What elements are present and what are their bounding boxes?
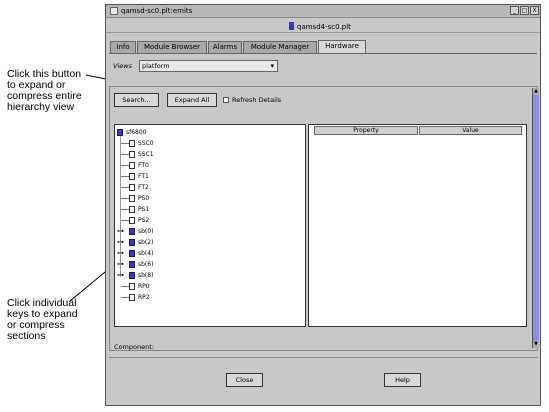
tree-node-label: FT1: [138, 173, 149, 180]
help-button[interactable]: Help: [384, 373, 421, 387]
tree-node-label: RP0: [138, 283, 150, 290]
window-manager-title: qamsd-sc0.plt:emits: [121, 7, 193, 15]
views-dropdown[interactable]: platform ▾: [139, 60, 278, 72]
tree-node-label: sf6800: [126, 129, 147, 136]
minimize-icon[interactable]: _: [510, 6, 519, 15]
tab-alarms[interactable]: Alarms: [208, 41, 242, 53]
file-icon: [129, 294, 135, 301]
expand-key-icon[interactable]: ⊶: [117, 249, 124, 258]
file-icon: [129, 151, 135, 158]
file-icon: [129, 195, 135, 202]
hardware-tree: sf6800 SSC0 SSC1 FT0 FT1 FT2 PS0 PS1 PS2…: [114, 124, 306, 327]
refresh-details-checkbox[interactable]: [223, 97, 229, 103]
tab-hardware[interactable]: Hardware: [318, 40, 366, 54]
callout-keys: Click individual keys to expand or compr…: [7, 297, 78, 342]
tree-node-label: RP2: [138, 294, 150, 301]
folder-icon: [129, 239, 135, 246]
app-window: qamsd-sc0.plt:emits _ □ X qamsd4-sc0.plt…: [105, 4, 541, 406]
tab-module-manager[interactable]: Module Manager: [243, 41, 317, 53]
scroll-down-icon[interactable]: ▼: [533, 341, 539, 348]
file-icon: [129, 173, 135, 180]
tab-divider: [109, 53, 537, 54]
file-icon: [129, 140, 135, 147]
views-label: Views: [113, 62, 132, 70]
file-icon: [129, 162, 135, 169]
file-icon: [129, 206, 135, 213]
host-icon: [289, 22, 294, 30]
folder-icon: [129, 228, 135, 235]
file-icon: [129, 217, 135, 224]
file-icon: [129, 184, 135, 191]
file-icon: [129, 283, 135, 290]
column-header-property[interactable]: Property: [314, 126, 418, 135]
column-header-value[interactable]: Value: [419, 126, 522, 135]
tree-node-label: SSC0: [138, 140, 154, 147]
tree-node-label: FT0: [138, 162, 149, 169]
maximize-icon[interactable]: □: [520, 6, 529, 15]
tree-node-label: sb(8): [138, 272, 154, 279]
close-button[interactable]: Close: [226, 373, 263, 387]
refresh-details-label: Refresh Details: [232, 96, 282, 104]
footer-divider: [109, 357, 538, 358]
expand-key-icon[interactable]: ⊶: [117, 227, 124, 236]
tree-node-label: PS1: [138, 206, 150, 213]
folder-icon: [129, 250, 135, 257]
tree-node-label: PS0: [138, 195, 150, 202]
component-label: Component:: [114, 343, 154, 351]
app-title: qamsd4-sc0.plt: [297, 23, 351, 31]
tab-info[interactable]: Info: [110, 41, 136, 53]
expand-key-icon[interactable]: ⊶: [117, 271, 124, 280]
tree-node-label: FT2: [138, 184, 149, 191]
tree-node-label: sb(0): [138, 228, 154, 235]
tree-node-label: SSC1: [138, 151, 154, 158]
folder-icon: [117, 129, 123, 136]
views-selected-value: platform: [142, 62, 170, 70]
scroll-up-icon[interactable]: ▲: [533, 88, 539, 95]
tree-node-label: sb(6): [138, 261, 154, 268]
folder-icon: [129, 261, 135, 268]
search-button[interactable]: Search...: [114, 93, 159, 107]
folder-icon: [129, 272, 135, 279]
vertical-scrollbar[interactable]: ▲ ▼: [532, 88, 539, 348]
window-manager-title-bar[interactable]: qamsd-sc0.plt:emits _ □ X: [106, 5, 540, 18]
tree-node-label: PS2: [138, 217, 150, 224]
expand-key-icon[interactable]: ⊶: [117, 238, 124, 247]
close-icon[interactable]: X: [530, 6, 539, 15]
chevron-down-icon: ▾: [270, 62, 274, 70]
properties-table: Property Value: [308, 124, 527, 327]
tab-module-browser[interactable]: Module Browser: [137, 41, 207, 53]
tree-node-label: sb(4): [138, 250, 154, 257]
callout-expand-all: Click this button to expand or compress …: [7, 68, 82, 113]
expand-key-icon[interactable]: ⊶: [117, 260, 124, 269]
window-menu-icon[interactable]: [110, 7, 118, 15]
app-title-bar: qamsd4-sc0.plt: [106, 19, 540, 33]
tree-node-label: sb(2): [138, 239, 154, 246]
expand-all-button[interactable]: Expand All: [167, 93, 217, 107]
